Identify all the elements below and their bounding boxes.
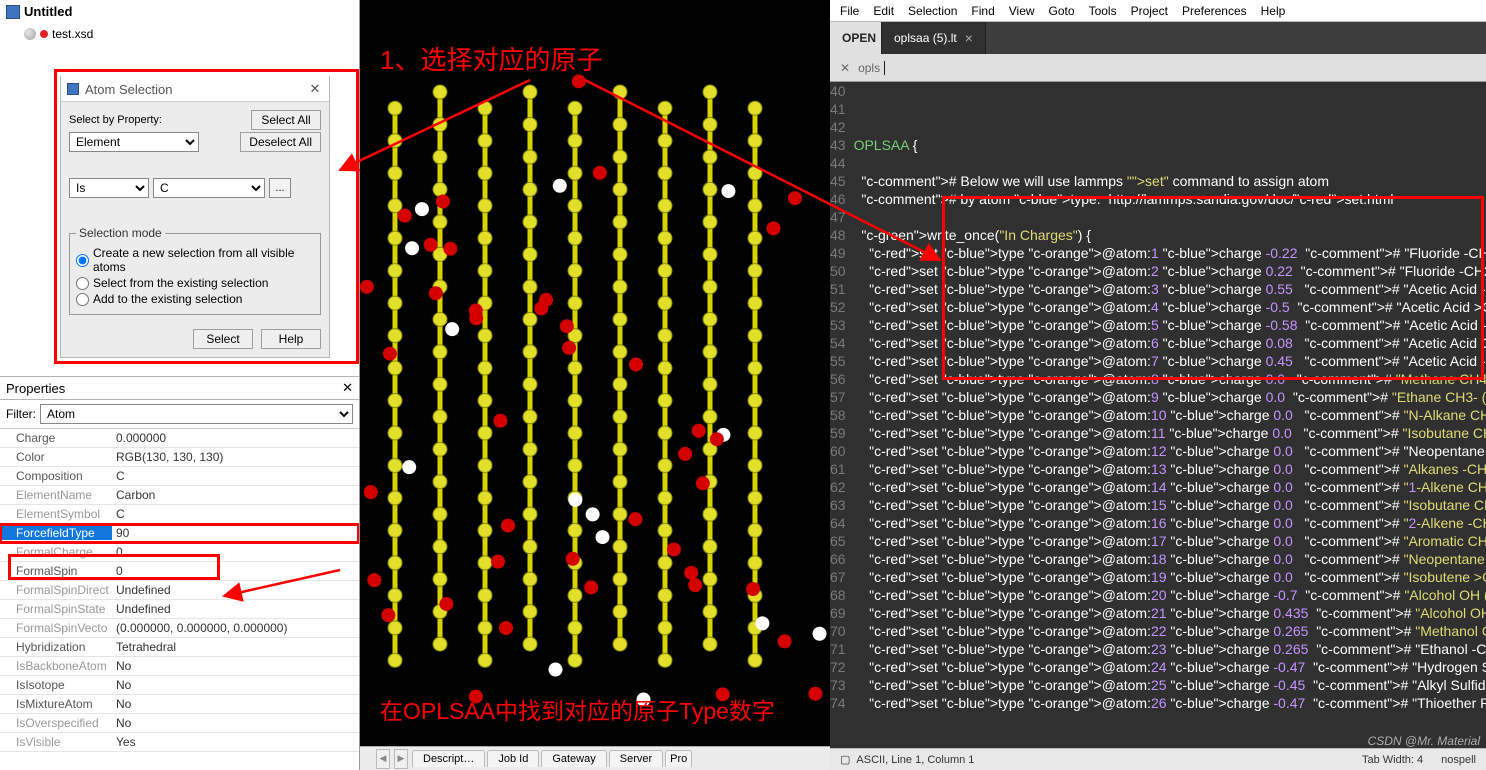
- mode-add[interactable]: Add to the existing selection: [76, 292, 314, 306]
- editor-tab-secondary[interactable]: ✕ opls: [836, 61, 885, 75]
- property-row[interactable]: FormalSpinDirectUndefined: [0, 581, 359, 600]
- deselect-all-button[interactable]: Deselect All: [240, 132, 321, 152]
- mode-new[interactable]: Create a new selection from all visible …: [76, 246, 314, 274]
- property-row[interactable]: FormalSpinStateUndefined: [0, 600, 359, 619]
- atom-selection-highlight: Atom Selection ✕ Select by Property: Sel…: [54, 69, 359, 364]
- annotation-top: 1、选择对应的原子: [380, 40, 602, 77]
- viewport-3d[interactable]: [360, 0, 830, 770]
- molecule-render: [360, 0, 830, 746]
- property-row[interactable]: IsVisibleYes: [0, 733, 359, 752]
- tab-jobid[interactable]: Job Id: [487, 750, 539, 767]
- properties-close-icon[interactable]: ✕: [342, 380, 353, 396]
- menu-find[interactable]: Find: [971, 4, 994, 18]
- mode-existing[interactable]: Select from the existing selection: [76, 276, 314, 290]
- select-by-label: Select by Property:: [69, 114, 162, 126]
- menu-project[interactable]: Project: [1131, 4, 1168, 18]
- line-gutter: 4041424344454647484950515253545556575859…: [830, 82, 854, 748]
- tab-progress[interactable]: Pro: [665, 750, 692, 767]
- tab-filename: oplsaa (5).lt: [894, 31, 957, 45]
- tree-item-file[interactable]: test.xsd: [24, 25, 351, 43]
- property-row[interactable]: IsOverspecifiedNo: [0, 714, 359, 733]
- menu-goto[interactable]: Goto: [1049, 4, 1075, 18]
- tree-atom-icon: [24, 28, 36, 40]
- properties-table[interactable]: Charge0.000000ColorRGB(130, 130, 130)Com…: [0, 429, 359, 770]
- property-row[interactable]: FormalSpinVecto(0.000000, 0.000000, 0.00…: [0, 619, 359, 638]
- tab-gateway[interactable]: Gateway: [541, 750, 606, 767]
- highlight-box-properties: [8, 554, 220, 580]
- status-position[interactable]: ASCII, Line 1, Column 1: [856, 754, 974, 766]
- menu-view[interactable]: View: [1009, 4, 1035, 18]
- filter-label: Filter:: [6, 407, 36, 421]
- property-row[interactable]: ColorRGB(130, 130, 130): [0, 448, 359, 467]
- tree-red-icon: [40, 30, 48, 38]
- select-button[interactable]: Select: [193, 329, 253, 349]
- property-row[interactable]: IsBackboneAtomNo: [0, 657, 359, 676]
- browse-button[interactable]: ...: [269, 178, 291, 198]
- tab-scroll-right-icon[interactable]: ▶: [394, 749, 408, 769]
- editor-tab-active[interactable]: oplsaa (5).lt ×: [882, 22, 986, 54]
- value-select[interactable]: C: [153, 178, 265, 198]
- job-tabs: ◀ ▶ Descript… Job Id Gateway Server Pro: [360, 746, 830, 770]
- select-all-button[interactable]: Select All: [251, 110, 321, 130]
- property-row[interactable]: IsIsotopeNo: [0, 676, 359, 695]
- tab-close-icon[interactable]: ×: [965, 30, 973, 46]
- tab-scroll-left-icon[interactable]: ◀: [376, 749, 390, 769]
- dialog-title: Atom Selection: [85, 82, 172, 97]
- doc-title: Untitled: [0, 0, 359, 23]
- menu-preferences[interactable]: Preferences: [1182, 4, 1247, 18]
- statusbar: ▢ ASCII, Line 1, Column 1 Tab Width: 4 n…: [830, 748, 1486, 770]
- operator-select[interactable]: Is: [69, 178, 149, 198]
- property-row[interactable]: ElementNameCarbon: [0, 486, 359, 505]
- menu-selection[interactable]: Selection: [908, 4, 957, 18]
- annotation-bottom: 在OPLSAA中找到对应的原子Type数字: [380, 692, 775, 726]
- selection-mode-legend: Selection mode: [76, 226, 165, 240]
- menu-tools[interactable]: Tools: [1089, 4, 1117, 18]
- editor-tab-open[interactable]: OPEN: [830, 22, 882, 54]
- atom-selection-dialog: Atom Selection ✕ Select by Property: Sel…: [60, 75, 330, 358]
- dialog-icon: [67, 83, 79, 95]
- code-area[interactable]: OPLSAA { "c-comment"># Below we will use…: [854, 82, 1486, 748]
- menu-help[interactable]: Help: [1261, 4, 1286, 18]
- editor-tabstrip: OPEN oplsaa (5).lt ×: [830, 22, 1486, 54]
- property-row[interactable]: ForcefieldType90: [0, 524, 359, 543]
- menubar: File Edit Selection Find View Goto Tools…: [830, 0, 1486, 22]
- status-nospell[interactable]: nospell: [1441, 754, 1476, 766]
- property-row[interactable]: HybridizationTetrahedral: [0, 638, 359, 657]
- status-tabwidth[interactable]: Tab Width: 4: [1362, 754, 1423, 766]
- menu-file[interactable]: File: [840, 4, 859, 18]
- doc-title-text: Untitled: [24, 4, 72, 19]
- editor-area[interactable]: 4041424344454647484950515253545556575859…: [830, 82, 1486, 748]
- menu-edit[interactable]: Edit: [873, 4, 894, 18]
- app-icon: [6, 5, 20, 19]
- close-icon[interactable]: ✕: [307, 81, 323, 97]
- property-select[interactable]: Element: [69, 132, 199, 152]
- property-row[interactable]: CompositionC: [0, 467, 359, 486]
- tab-description[interactable]: Descript…: [412, 750, 485, 767]
- property-row[interactable]: IsMixtureAtomNo: [0, 695, 359, 714]
- file-tree: test.xsd: [0, 23, 359, 47]
- property-row[interactable]: Charge0.000000: [0, 429, 359, 448]
- help-button[interactable]: Help: [261, 329, 321, 349]
- status-square-icon: ▢: [840, 753, 850, 766]
- filter-select[interactable]: Atom: [40, 404, 353, 424]
- properties-header: Properties: [6, 381, 65, 396]
- watermark-text: CSDN @Mr. Material: [1368, 734, 1480, 748]
- tab-server[interactable]: Server: [609, 750, 663, 767]
- tree-filename: test.xsd: [52, 27, 93, 41]
- property-row[interactable]: ElementSymbolC: [0, 505, 359, 524]
- highlight-box-code: [942, 196, 1484, 380]
